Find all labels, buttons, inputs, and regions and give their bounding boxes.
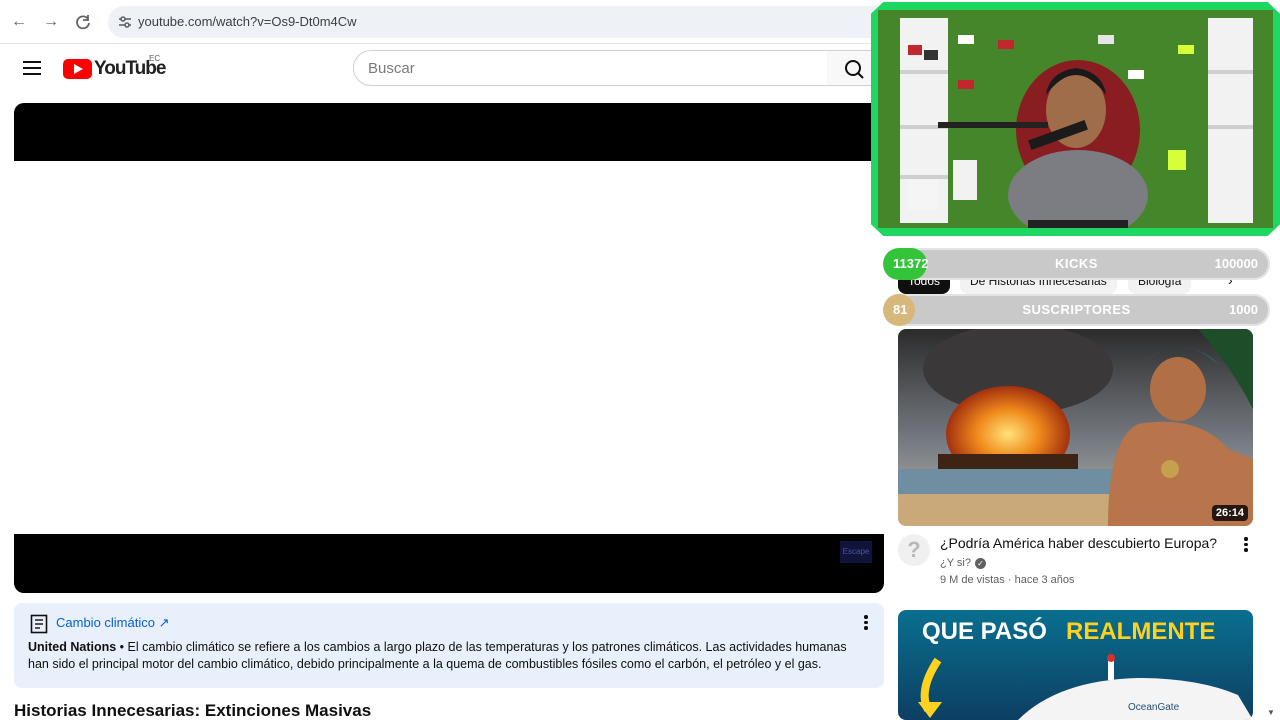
info-panel: Cambio climático ↗ United Nations • El c… <box>14 603 884 688</box>
scroll-down-icon[interactable]: ▼ <box>1267 708 1277 718</box>
recommendation-title[interactable]: ¿Podría América haber descubierto Europa… <box>940 535 1217 551</box>
address-bar[interactable]: youtube.com/watch?v=Os9-Dt0m4Cw <box>108 6 888 38</box>
back-icon[interactable]: ← <box>8 11 30 33</box>
webcam-image <box>878 10 1273 228</box>
url-text: youtube.com/watch?v=Os9-Dt0m4Cw <box>138 14 357 29</box>
recommendation-channel[interactable]: ¿Y si? ✓ <box>940 557 986 569</box>
kicks-label: KICKS <box>1055 256 1098 271</box>
site-settings-icon[interactable] <box>115 12 135 32</box>
thumbnail-image <box>898 329 1253 526</box>
thumbnail-image-2: QUE PASÓ REALMENTE OceanGate <box>898 610 1253 720</box>
video-player[interactable]: Escape <box>14 103 884 593</box>
video-duration: 26:14 <box>1211 505 1248 521</box>
kicks-goal-bar: 11372 KICKS 100000 <box>883 248 1270 280</box>
more-options-icon[interactable] <box>1240 535 1252 555</box>
search-button[interactable] <box>827 50 877 86</box>
thumbnail-logo-text: OceanGate <box>1128 702 1180 713</box>
info-separator: • <box>116 640 128 654</box>
document-icon <box>30 614 48 634</box>
recommendation-meta: 9 M de vistas · hace 3 años <box>940 574 1075 586</box>
reload-icon[interactable] <box>72 11 94 33</box>
subs-label: SUSCRIPTORES <box>1022 302 1131 317</box>
search-input[interactable] <box>354 51 794 85</box>
info-text: United Nations • El cambio climático se … <box>28 639 868 673</box>
kicks-target: 100000 <box>1214 256 1258 271</box>
info-more-icon[interactable] <box>860 613 872 633</box>
search-icon <box>845 60 864 79</box>
youtube-play-icon <box>63 59 92 79</box>
verified-icon: ✓ <box>974 557 986 569</box>
subs-goal-bar: 81 SUSCRIPTORES 1000 <box>883 294 1270 326</box>
country-code: EC <box>149 54 161 63</box>
external-link-icon: ↗ <box>158 615 170 630</box>
info-source: United Nations <box>28 640 117 654</box>
info-topic-label: Cambio climático <box>56 615 155 630</box>
recommendation-thumbnail[interactable]: 26:14 <box>898 329 1253 526</box>
channel-name: ¿Y si? <box>940 557 971 569</box>
video-frame <box>14 161 884 534</box>
page: ← → youtube.com/watch?v=Os9-Dt0m4Cw YouT… <box>0 0 1280 720</box>
thumbnail-text-white: QUE PASÓ <box>922 617 1047 645</box>
video-title: Historias Innecesarias: Extinciones Masi… <box>14 701 372 720</box>
youtube-logo[interactable]: YouTube EC <box>63 54 166 80</box>
search-box <box>353 50 828 86</box>
webcam-overlay <box>871 2 1280 236</box>
recommendation-thumbnail-2[interactable]: QUE PASÓ REALMENTE OceanGate <box>898 610 1253 720</box>
channel-avatar[interactable]: ? <box>898 534 930 566</box>
hamburger-menu-icon[interactable] <box>21 58 43 78</box>
forward-icon[interactable]: → <box>40 11 62 33</box>
info-topic-link[interactable]: Cambio climático ↗ <box>56 615 170 631</box>
thumbnail-text-yellow: REALMENTE <box>1066 618 1215 645</box>
subs-target: 1000 <box>1229 302 1258 317</box>
player-watermark: Escape <box>840 541 872 563</box>
info-description: El cambio climático se refiere a los cam… <box>28 640 847 671</box>
